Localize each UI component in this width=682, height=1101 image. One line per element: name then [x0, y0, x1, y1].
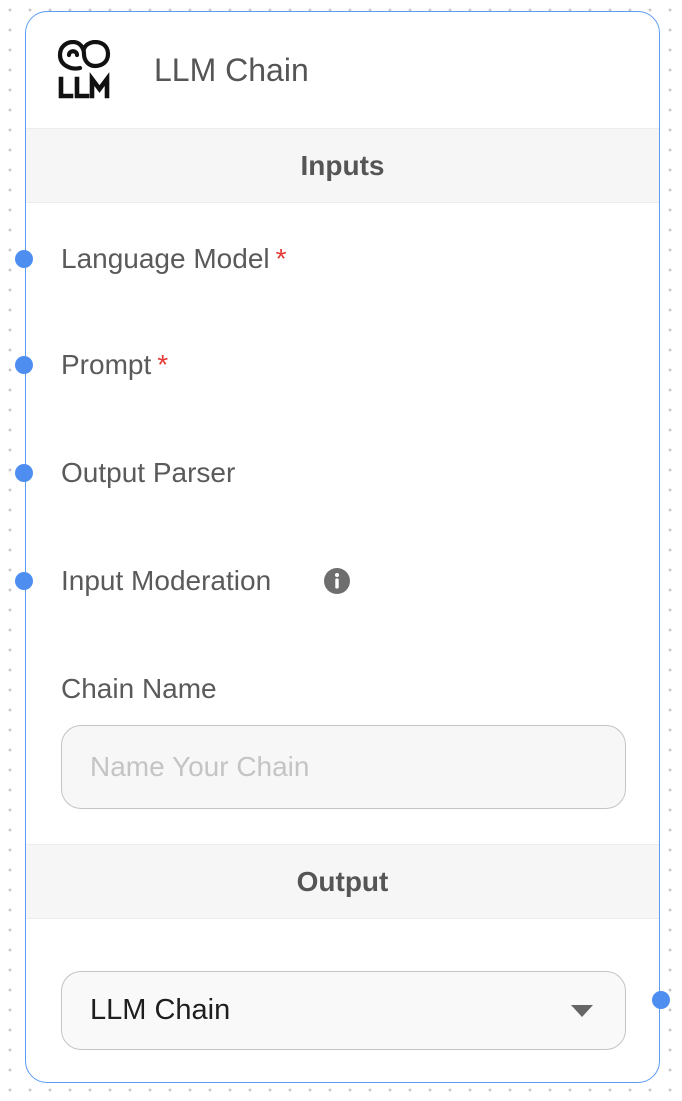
- param-prompt: Prompt *: [15, 340, 659, 390]
- output-type-select[interactable]: LLM Chain: [61, 971, 626, 1050]
- param-label-text: Output Parser: [61, 457, 236, 488]
- required-indicator: *: [157, 349, 169, 380]
- llm-chain-output-handle[interactable]: [652, 991, 670, 1009]
- param-label: Prompt *: [61, 340, 168, 390]
- param-output-parser: Output Parser: [15, 448, 659, 498]
- input-moderation-input-handle[interactable]: [15, 572, 33, 590]
- param-label-text: Language Model: [61, 243, 270, 274]
- output-section-header: Output: [26, 844, 659, 919]
- prompt-input-handle[interactable]: [15, 356, 33, 374]
- llm-logo-icon: [57, 40, 111, 99]
- param-label-text: Prompt: [61, 349, 152, 380]
- language-model-input-handle[interactable]: [15, 250, 33, 268]
- chain-name-input[interactable]: [61, 725, 626, 809]
- required-indicator: *: [275, 243, 287, 274]
- llm-chain-node[interactable]: LLM Chain Inputs Language Model * Prompt *…: [15, 11, 670, 1083]
- node-title: LLM Chain: [154, 52, 309, 88]
- caret-down-icon[interactable]: [571, 1005, 593, 1017]
- chain-name-label: Chain Name: [61, 673, 217, 704]
- param-label-text: Input Moderation: [61, 565, 272, 596]
- param-label: Input Moderation: [61, 556, 271, 606]
- inputs-section-header: Inputs: [26, 128, 659, 203]
- param-label: Language Model *: [61, 234, 287, 284]
- param-label: Output Parser: [61, 448, 235, 498]
- output-type-selected-value: LLM Chain: [90, 994, 231, 1026]
- output-parser-input-handle[interactable]: [15, 464, 33, 482]
- node-header[interactable]: LLM Chain: [26, 12, 659, 129]
- info-icon[interactable]: [323, 567, 351, 595]
- param-language-model: Language Model *: [15, 234, 659, 284]
